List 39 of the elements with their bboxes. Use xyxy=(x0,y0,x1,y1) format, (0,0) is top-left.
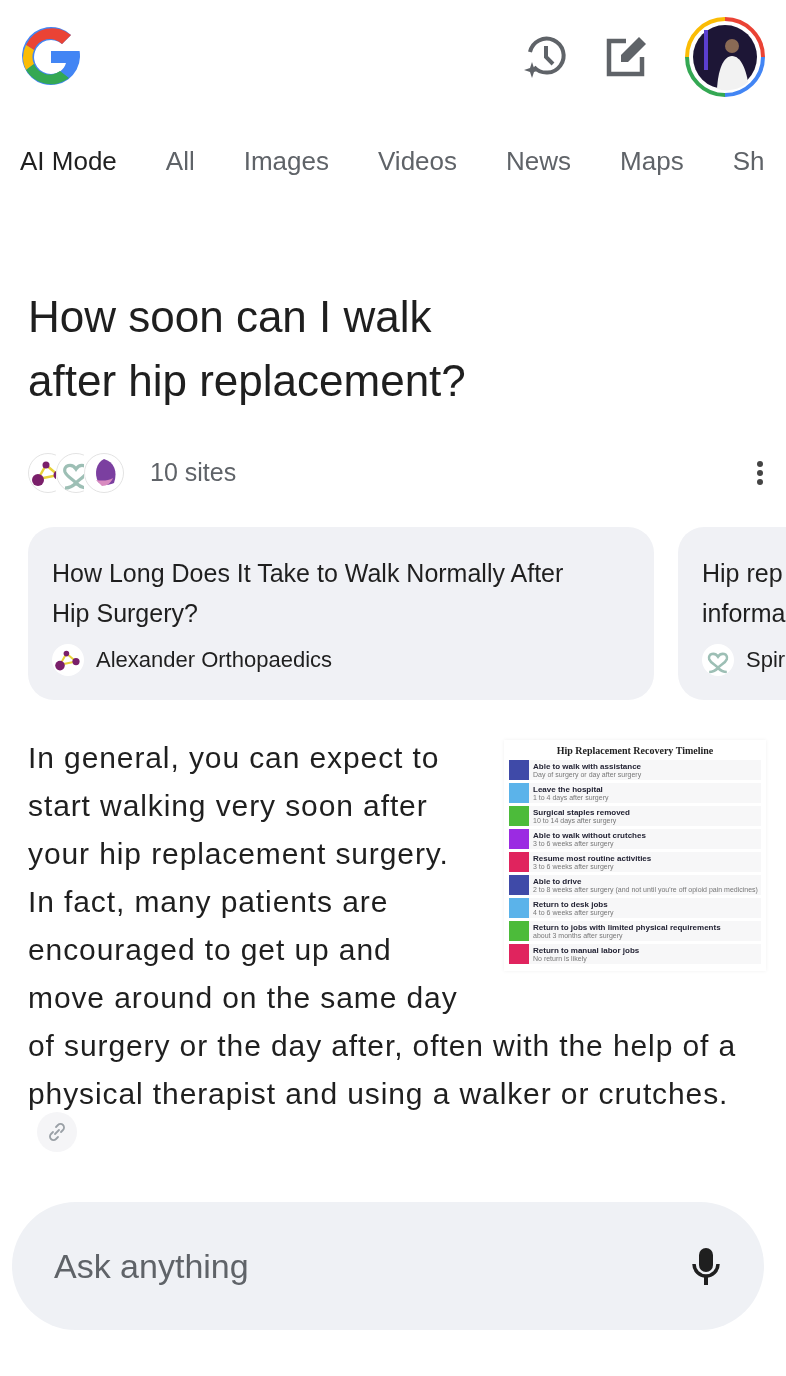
source-title: How Long Does It Take to Walk Normally After Hip Surgery? xyxy=(52,558,565,629)
new-chat-button[interactable] xyxy=(604,35,648,79)
source-name: Alexander Orthopaedics xyxy=(96,646,333,674)
timeline-infographic[interactable] xyxy=(504,740,766,971)
tab[interactable]: News xyxy=(506,142,572,181)
tab[interactable]: Maps xyxy=(620,142,684,181)
tab[interactable]: Videos xyxy=(378,142,458,181)
leaf-logo-icon[interactable] xyxy=(84,453,124,493)
search-input[interactable]: Ask anything xyxy=(52,1239,690,1293)
source-title: Hip rep informa xyxy=(702,558,786,629)
tab[interactable]: Images xyxy=(243,142,329,181)
milestone-label: Leave the hospital xyxy=(533,784,604,794)
milestone-label: Able to drive xyxy=(533,876,583,886)
tab[interactable]: All xyxy=(165,142,195,181)
milestone-label: Able to walk with assistance xyxy=(533,761,642,771)
molecule-logo-icon xyxy=(52,643,84,676)
milestone-label: Return to jobs with limited physical requirements xyxy=(533,922,721,932)
more-options-button[interactable] xyxy=(756,460,764,486)
query-heading: How soon can I walk after hip replacement? xyxy=(28,291,467,407)
source-card[interactable]: Hip rep informa Spir xyxy=(678,527,786,700)
search-bar[interactable]: Ask anything xyxy=(12,1202,764,1330)
microphone-icon[interactable] xyxy=(690,1246,722,1286)
source-name: Spir xyxy=(746,646,786,674)
milestone-label: Return to manual labor jobs xyxy=(533,945,640,955)
tab[interactable]: Sh xyxy=(732,142,765,181)
milestone-label: Surgical staples removed xyxy=(533,807,630,817)
milestone-label: Resume most routine activities xyxy=(533,853,652,863)
tab[interactable]: AI Mode xyxy=(20,142,117,181)
milestone-label: Able to walk without crutches xyxy=(533,830,646,840)
more-icon xyxy=(756,460,764,486)
answer-text: of surgery or the day after, often with the help of a physical therapist and using a walker or crutches. xyxy=(28,1028,738,1112)
ribbon-logo-icon xyxy=(702,643,734,676)
edit-icon xyxy=(604,35,648,79)
source-count: 10 sites xyxy=(150,457,237,489)
account-avatar[interactable] xyxy=(684,16,766,98)
milestone-label: Return to desk jobs xyxy=(533,899,609,909)
infographic-title: Hip Replacement Recovery Timeline xyxy=(555,744,715,757)
link-icon xyxy=(47,1122,67,1142)
source-card[interactable]: How Long Does It Take to Walk Normally After Hip Surgery? Alexander Orthopaedics xyxy=(28,527,654,700)
